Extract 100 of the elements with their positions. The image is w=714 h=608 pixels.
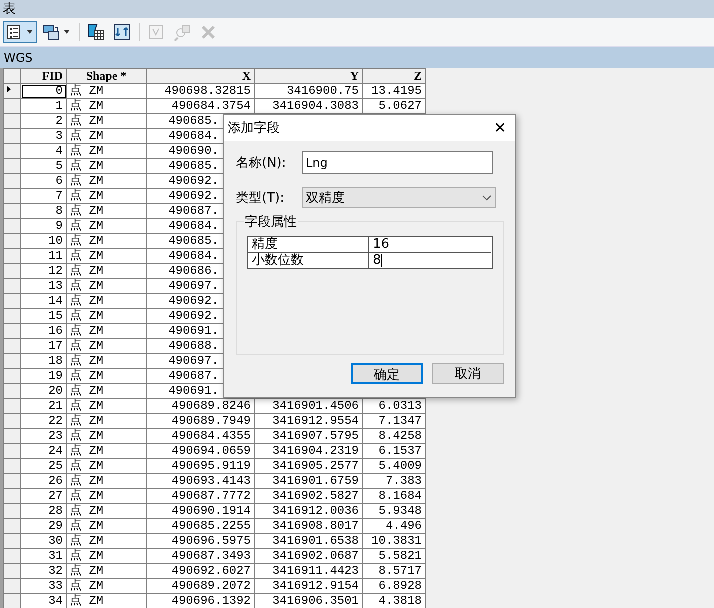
table-cell: 点 ZM — [66, 294, 146, 308]
table-cell: 点 ZM — [66, 114, 146, 128]
close-button[interactable]: ✕ — [494, 119, 507, 137]
column-header[interactable]: X — [146, 68, 254, 84]
column-header[interactable]: Y — [254, 68, 362, 84]
column-header[interactable]: Z — [362, 68, 426, 84]
table-cell: 点 ZM — [66, 504, 146, 518]
table-cell: 2 — [20, 114, 66, 128]
name-field[interactable]: Lng — [302, 151, 493, 174]
table-cell: 点 ZM — [66, 204, 146, 218]
table-cell: 29 — [20, 518, 66, 534]
table-cell: 点 ZM — [66, 488, 146, 504]
table-cell: 490687.3493 — [146, 548, 254, 564]
property-value[interactable]: 16 — [369, 237, 491, 253]
table-cell: 4.496 — [362, 518, 426, 534]
table-cell: 28 — [20, 504, 66, 518]
property-name: 精度 — [248, 237, 369, 253]
table-cell: 11 — [20, 248, 66, 264]
table-cell: 26 — [20, 474, 66, 488]
table-cell: 16 — [20, 324, 66, 338]
table-cell: 点 ZM — [66, 548, 146, 564]
table-cell: 12 — [20, 264, 66, 278]
table-cell: 3416902.5827 — [254, 488, 362, 504]
table-cell: 点 ZM — [66, 518, 146, 534]
table-cell: 点 ZM — [66, 534, 146, 548]
table-cell: 14 — [20, 294, 66, 308]
table-cell: 点 ZM — [66, 564, 146, 578]
swap-icon — [114, 24, 131, 40]
table-cell: 490690.1914 — [146, 504, 254, 518]
table-cell: 点 ZM — [66, 278, 146, 294]
table-cell: 点 ZM — [66, 324, 146, 338]
table-cell: 点 ZM — [66, 308, 146, 324]
table-cell: 点 ZM — [66, 444, 146, 458]
table-cell: 21 — [20, 398, 66, 414]
table-cell: 31 — [20, 548, 66, 564]
table-cell: 3416912.0036 — [254, 504, 362, 518]
table-cell: 点 ZM — [66, 188, 146, 204]
table-cell: 1 — [20, 98, 66, 114]
table-tab[interactable]: WGS — [4, 50, 33, 64]
table-cell: 9 — [20, 218, 66, 234]
table-cell: 27 — [20, 488, 66, 504]
column-header[interactable]: Shape * — [66, 68, 146, 84]
type-dropdown[interactable]: 双精度 — [302, 187, 496, 208]
table-cell: 3416901.6538 — [254, 534, 362, 548]
caret-icon — [63, 28, 71, 36]
row-selector[interactable] — [4, 84, 20, 98]
property-value[interactable]: 8 — [369, 253, 491, 268]
table-cell: 20 — [20, 384, 66, 398]
table-cell: 8 — [20, 204, 66, 218]
table-cell: 7.383 — [362, 474, 426, 488]
table-cell: 5.4009 — [362, 458, 426, 474]
table-cell: 点 ZM — [66, 414, 146, 428]
table-cell: 13.4195 — [362, 84, 426, 98]
dialog-button[interactable]: 取消 — [432, 363, 504, 384]
linked-tables-icon — [43, 24, 60, 40]
window-title: 表 — [3, 1, 16, 18]
table-cell: 5 — [20, 158, 66, 174]
table-cell: 17 — [20, 338, 66, 354]
table-cell: 7 — [20, 188, 66, 204]
table-cell: 30 — [20, 534, 66, 548]
dialog-button[interactable]: 确定 — [351, 363, 423, 384]
table-cell: 6.1537 — [362, 444, 426, 458]
table-cell: 490694.0659 — [146, 444, 254, 458]
table-cell: 0 — [20, 84, 66, 98]
clear-icon — [148, 24, 165, 40]
table-cell: 18 — [20, 354, 66, 368]
table-cell: 8.5717 — [362, 564, 426, 578]
zoom-icon — [174, 24, 191, 40]
table-cell: 3416901.6759 — [254, 474, 362, 488]
table-cell: 13 — [20, 278, 66, 294]
table-cell: 3416902.0687 — [254, 548, 362, 564]
property-name: 小数位数 — [248, 253, 369, 268]
table-cell: 10 — [20, 234, 66, 248]
caret-icon — [26, 28, 34, 36]
list-icon — [6, 24, 23, 40]
table-cell: 22 — [20, 414, 66, 428]
table-cell: 3416908.8017 — [254, 518, 362, 534]
table-cell: 490696.5975 — [146, 534, 254, 548]
current-row-icon — [6, 85, 12, 94]
table-cell: 490698.32815 — [146, 84, 254, 98]
table-cell: 点 ZM — [66, 428, 146, 444]
table-cell: 点 ZM — [66, 264, 146, 278]
column-header[interactable]: FID — [20, 68, 66, 84]
table-cell: 点 ZM — [66, 158, 146, 174]
table-cell: 3416912.9154 — [254, 578, 362, 594]
table-cell: 10.3831 — [362, 534, 426, 548]
table-cell: 15 — [20, 308, 66, 324]
table-cell: 点 ZM — [66, 218, 146, 234]
table-cell: 点 ZM — [66, 234, 146, 248]
table-cell: 点 ZM — [66, 128, 146, 144]
table-cell: 5.5821 — [362, 548, 426, 564]
table-cell: 8.4258 — [362, 428, 426, 444]
table-cell: 3416900.75 — [254, 84, 362, 98]
table-cell: 490684.4355 — [146, 428, 254, 444]
table-cell: 点 ZM — [66, 248, 146, 264]
table-cell: 6 — [20, 174, 66, 188]
table-cell: 3 — [20, 128, 66, 144]
table-options-button[interactable] — [3, 21, 37, 43]
table-cell: 490689.2072 — [146, 578, 254, 594]
table-cell: 4 — [20, 144, 66, 158]
